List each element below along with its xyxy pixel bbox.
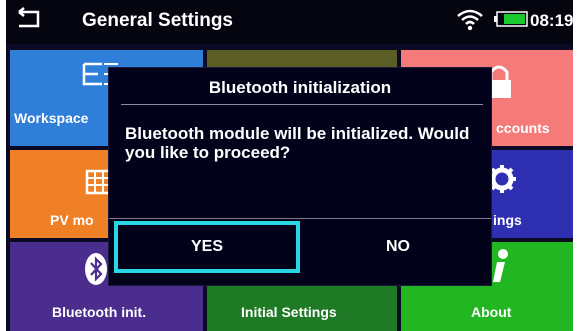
yes-button[interactable]: YES	[114, 221, 300, 273]
page-title: General Settings	[82, 10, 233, 31]
tile-label: Bluetooth init.	[52, 304, 147, 320]
dialog-message: Bluetooth module will be initialized. Wo…	[125, 124, 470, 162]
bluetooth-icon	[85, 253, 107, 285]
no-button[interactable]: NO	[305, 221, 491, 273]
tile-label: Workspace	[14, 110, 89, 126]
battery-icon	[494, 11, 528, 27]
tile-label: ccounts	[496, 120, 550, 136]
instrument-screen: General Settings 08:19 Workspace ccounts	[6, 0, 573, 331]
back-arrow-icon[interactable]	[16, 6, 44, 30]
dialog-title: Bluetooth initialization	[208, 78, 392, 97]
clock: 08:19	[530, 11, 573, 30]
wifi-icon	[457, 9, 483, 31]
tile-label: ings	[493, 212, 522, 228]
tile-label: About	[471, 304, 512, 320]
dialog-button-divider	[109, 218, 491, 219]
tile-label: PV mo	[50, 212, 94, 228]
bluetooth-init-dialog: Bluetooth initialization Bluetooth modul…	[108, 67, 492, 286]
tile-label: Initial Settings	[241, 304, 337, 320]
header-bar: General Settings 08:19	[6, 0, 573, 44]
dialog-divider	[121, 104, 483, 105]
